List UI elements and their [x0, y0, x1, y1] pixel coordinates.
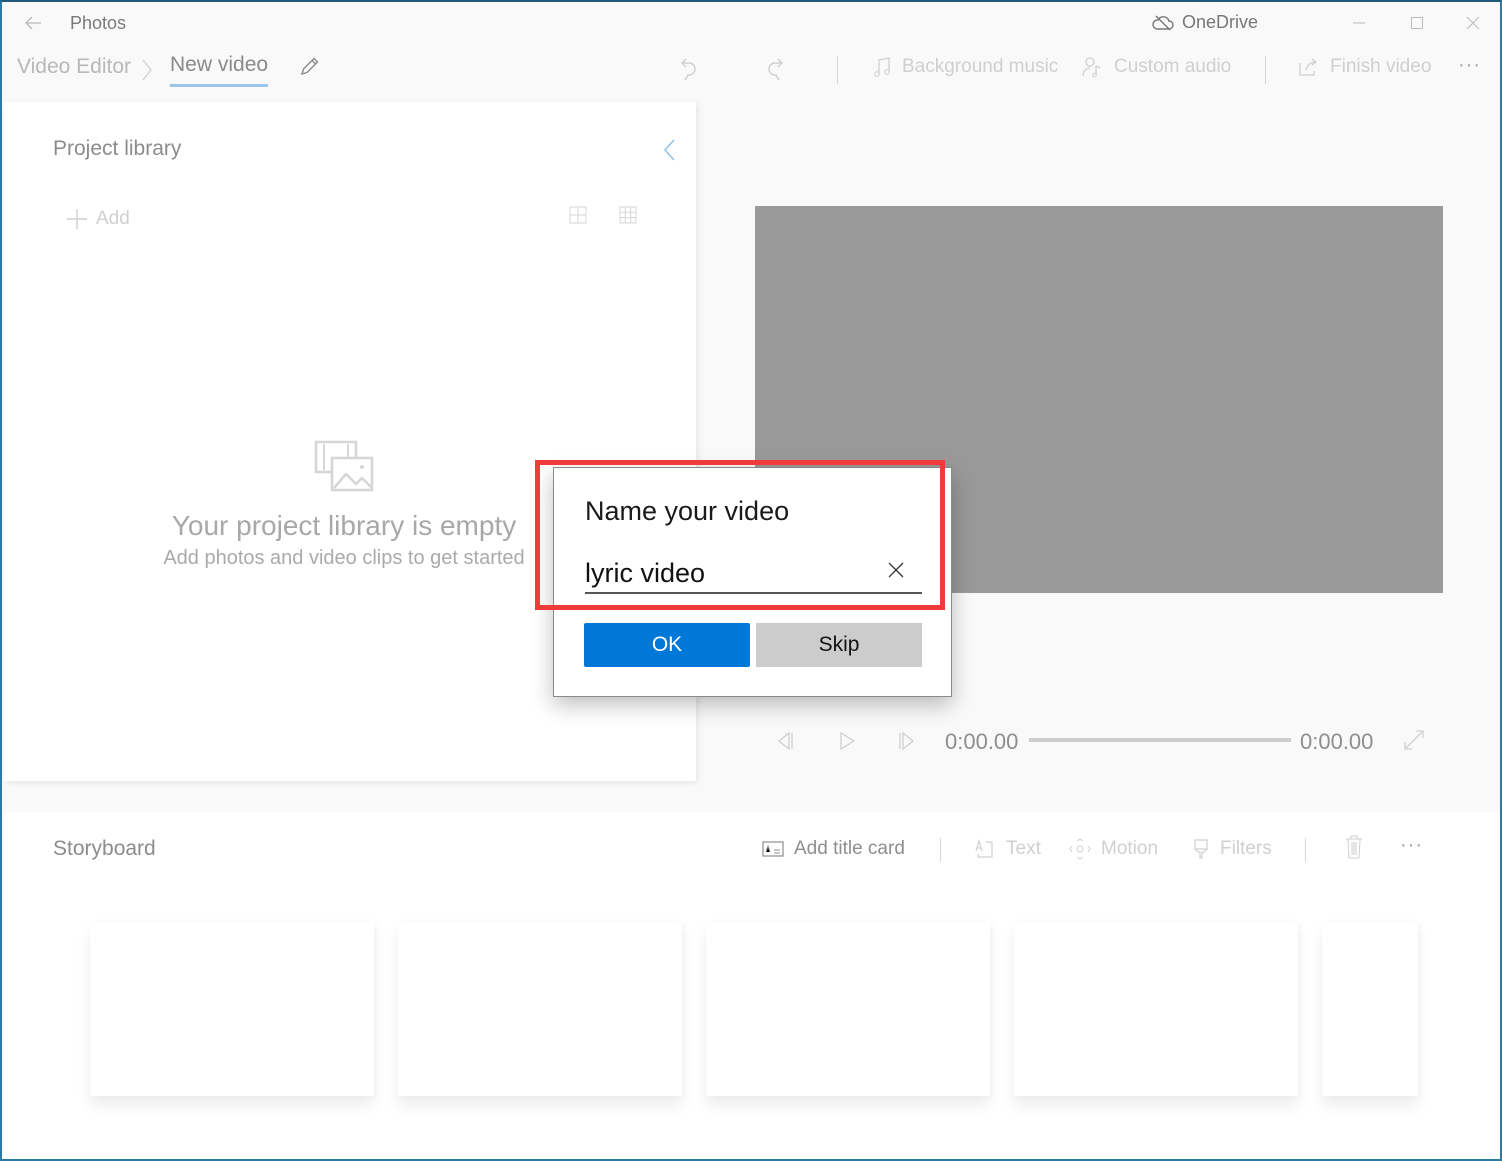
skip-button[interactable]: Skip [756, 623, 922, 667]
cloud-off-icon [1152, 15, 1174, 30]
storyboard-toolbar-divider [1305, 838, 1306, 862]
redo-button[interactable] [764, 56, 786, 82]
finish-video-label: Finish video [1330, 56, 1432, 77]
text-button[interactable]: Text [974, 838, 1041, 860]
custom-audio-button[interactable]: Custom audio [1082, 56, 1231, 78]
timeline-scrubber[interactable] [1029, 738, 1291, 742]
app-title: Photos [70, 13, 127, 33]
title-card-icon [762, 841, 784, 857]
video-name-input[interactable] [585, 550, 922, 594]
back-button[interactable] [22, 12, 44, 34]
chevron-left-icon [663, 139, 675, 161]
text-label: Text [1006, 838, 1041, 859]
fullscreen-button[interactable] [1402, 728, 1426, 752]
filters-button[interactable]: Filters [1192, 838, 1272, 860]
grid-small-icon [619, 206, 637, 224]
maximize-button[interactable] [1402, 10, 1432, 36]
motion-button[interactable]: Motion [1069, 838, 1158, 860]
more-options-button[interactable]: ··· [1458, 54, 1481, 77]
undo-button[interactable] [678, 56, 700, 82]
current-time: 0:00.00 [945, 729, 1019, 754]
paintbrush-icon [1193, 839, 1209, 859]
storyboard-slot [398, 922, 682, 1096]
grid-large-icon [569, 206, 587, 224]
expand-icon [1404, 730, 1424, 750]
filters-label: Filters [1220, 838, 1272, 859]
maximize-icon [1411, 17, 1423, 29]
clear-input-button[interactable] [884, 558, 908, 582]
storyboard-slot [706, 922, 990, 1096]
onedrive-label: OneDrive [1182, 12, 1259, 32]
close-icon [888, 562, 904, 578]
project-library-title: Project library [53, 137, 182, 160]
large-thumbnails-button[interactable] [569, 206, 591, 228]
finish-video-button[interactable]: Finish video [1298, 56, 1431, 78]
storyboard-slot [1322, 922, 1418, 1096]
plus-icon [67, 209, 87, 229]
small-thumbnails-button[interactable] [619, 206, 641, 228]
add-title-card-button[interactable]: Add title card [762, 838, 905, 860]
share-export-icon [1299, 58, 1318, 76]
storyboard-title: Storyboard [53, 837, 156, 860]
motion-icon [1069, 838, 1091, 860]
storyboard-toolbar-divider [940, 838, 941, 862]
name-video-dialog: Name your video OK Skip [553, 467, 952, 697]
toolbar-divider [837, 56, 838, 84]
storyboard-slot [1014, 922, 1298, 1096]
close-button[interactable] [1458, 10, 1488, 36]
trash-icon [1346, 835, 1362, 859]
photos-app-window: Photos OneDrive Video Editor New video B… [0, 0, 1502, 1161]
add-title-card-label: Add title card [794, 838, 905, 859]
play-button[interactable] [836, 730, 858, 752]
close-icon [1466, 16, 1480, 30]
dialog-title: Name your video [585, 496, 790, 526]
toolbar-divider [1265, 56, 1266, 84]
custom-audio-label: Custom audio [1114, 56, 1232, 77]
total-duration: 0:00.00 [1300, 729, 1374, 754]
storyboard-panel: Storyboard Add title card Text Motion Fi… [4, 812, 1500, 1159]
background-music-label: Background music [902, 56, 1059, 77]
ok-button[interactable]: OK [584, 623, 750, 667]
add-label: Add [96, 208, 130, 229]
minimize-icon [1353, 22, 1365, 24]
onedrive-status[interactable]: OneDrive [1152, 12, 1258, 33]
rename-button[interactable] [298, 54, 322, 78]
collapse-library-button[interactable] [660, 137, 680, 163]
pencil-icon [300, 57, 319, 76]
breadcrumb-video-editor[interactable]: Video Editor [17, 55, 131, 79]
chevron-right-icon [141, 58, 153, 87]
step-forward-icon [899, 731, 915, 751]
background-music-button[interactable]: Background music [872, 56, 1058, 78]
undo-icon [681, 58, 696, 81]
previous-frame-button[interactable] [774, 730, 796, 752]
motion-label: Motion [1101, 838, 1159, 859]
arrow-left-icon [25, 16, 41, 30]
text-icon [975, 839, 993, 858]
media-placeholder-icon [314, 440, 376, 494]
step-back-icon [777, 731, 793, 751]
play-icon [840, 731, 856, 751]
storyboard-slot [90, 922, 374, 1096]
add-media-button[interactable]: Add [66, 208, 130, 230]
next-frame-button[interactable] [896, 730, 918, 752]
delete-button[interactable] [1344, 834, 1364, 860]
person-audio-icon [1082, 57, 1101, 78]
music-note-icon [874, 57, 890, 77]
storyboard-more-button[interactable]: ··· [1400, 834, 1423, 857]
redo-icon [768, 58, 783, 81]
minimize-button[interactable] [1344, 10, 1374, 36]
breadcrumb-current-project: New video [170, 53, 269, 87]
